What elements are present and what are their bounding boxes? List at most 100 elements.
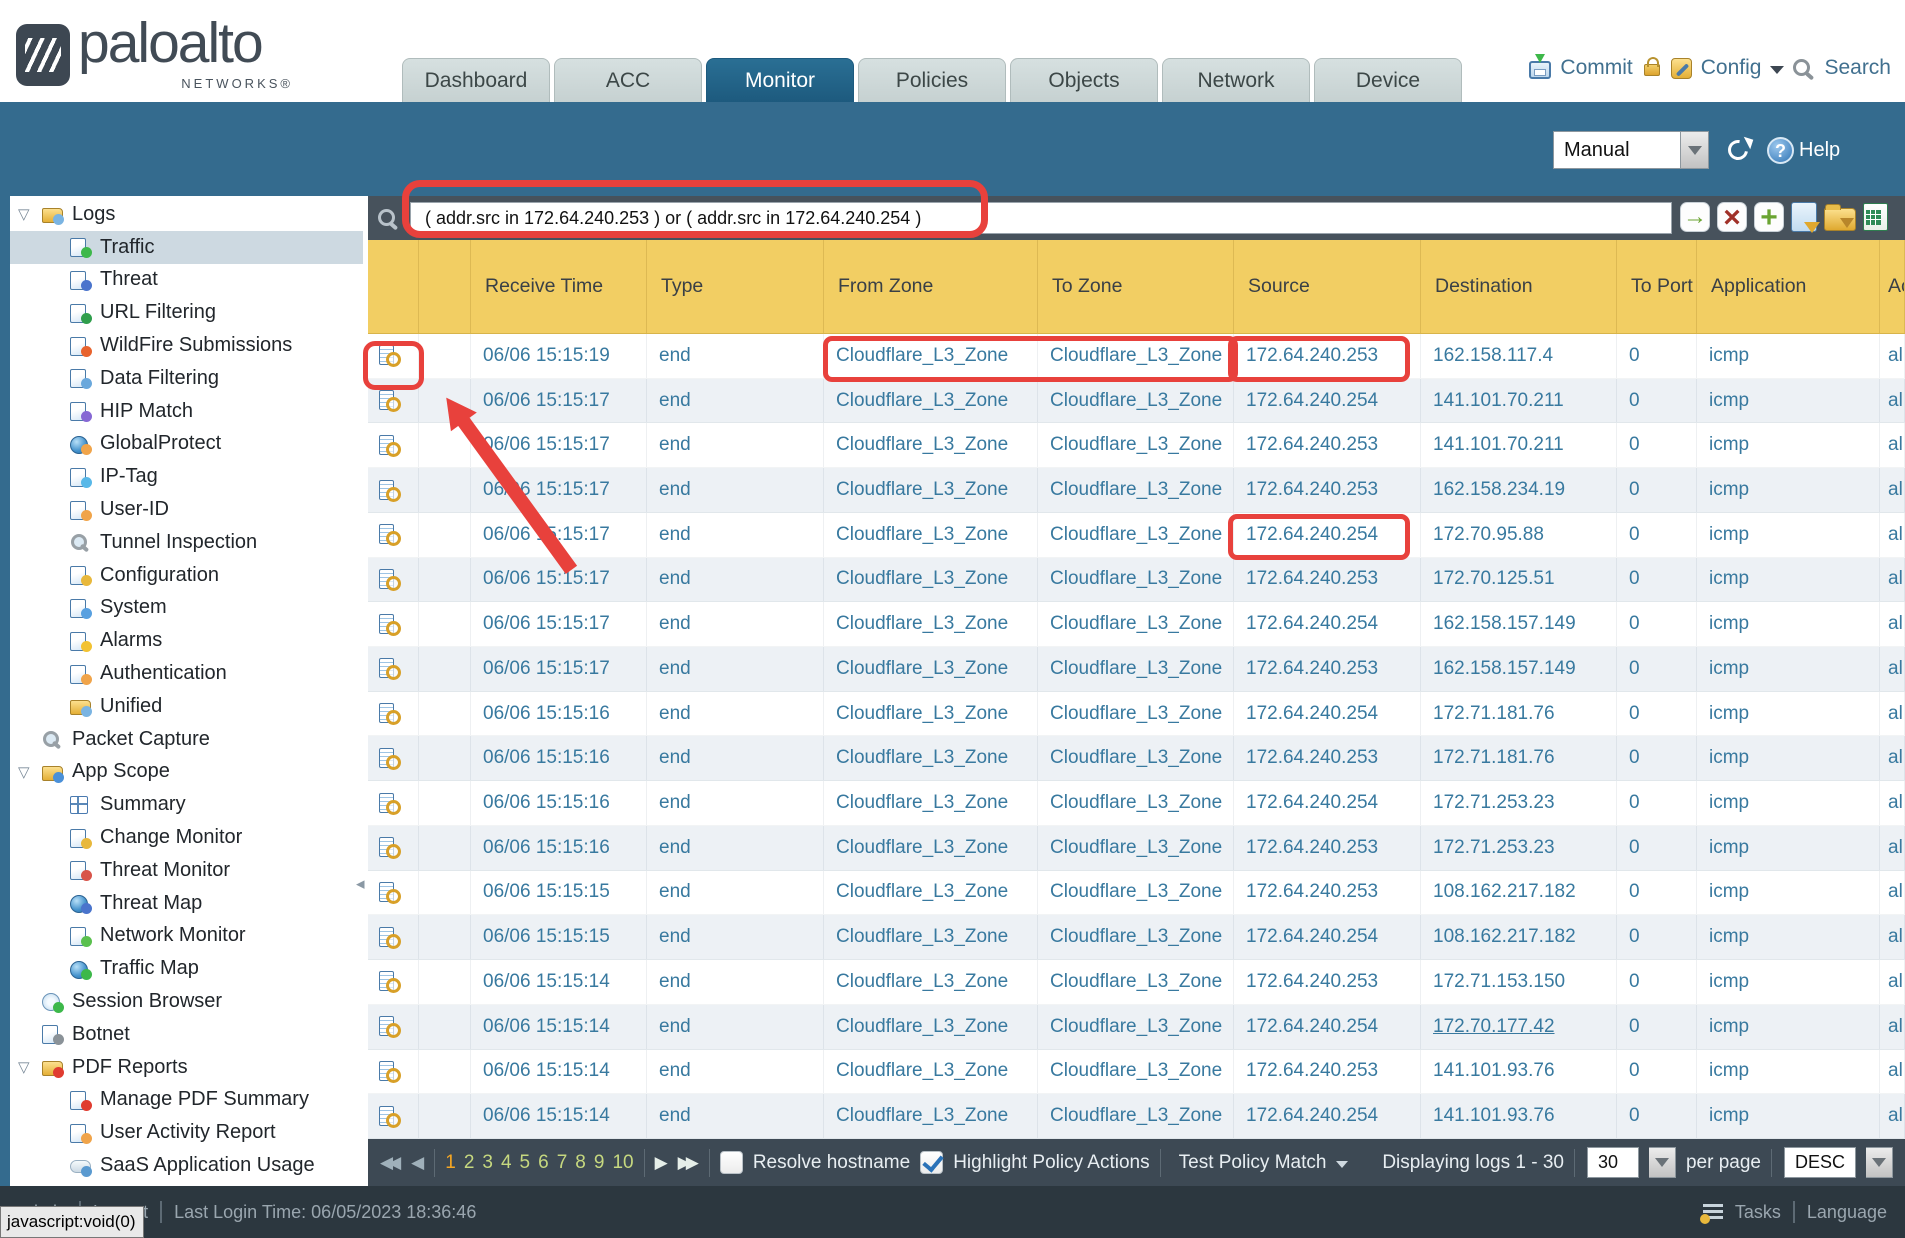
refresh-interval-select[interactable]: Manual <box>1553 131 1681 169</box>
search-button[interactable]: Search <box>1824 56 1891 80</box>
test-policy-chevron-down-icon[interactable] <box>1336 1161 1348 1168</box>
log-detail-icon[interactable] <box>377 1016 402 1037</box>
table-row[interactable]: 06/06 15:15:17endCloudflare_L3_ZoneCloud… <box>368 423 1905 468</box>
sidebar-item-ip-tag[interactable]: IP-Tag <box>10 460 363 493</box>
column-header-action[interactable]: Action <box>1880 240 1905 333</box>
table-row[interactable]: 06/06 15:15:14endCloudflare_L3_ZoneCloud… <box>368 1050 1905 1095</box>
sidebar-item-system[interactable]: System <box>10 592 363 625</box>
table-row[interactable]: 06/06 15:15:14endCloudflare_L3_ZoneCloud… <box>368 1094 1905 1139</box>
log-detail-icon[interactable] <box>377 1106 402 1127</box>
log-detail-icon[interactable] <box>377 971 402 992</box>
page-number-6[interactable]: 6 <box>538 1152 549 1174</box>
page-number-8[interactable]: 8 <box>575 1152 586 1174</box>
tab-monitor[interactable]: Monitor <box>706 58 854 102</box>
sidebar-item-saas-application-usage[interactable]: SaaS Application Usage <box>10 1149 363 1182</box>
log-detail-icon[interactable] <box>377 882 402 903</box>
log-detail-cell[interactable] <box>368 692 419 736</box>
table-row[interactable]: 06/06 15:15:14endCloudflare_L3_ZoneCloud… <box>368 1005 1905 1050</box>
table-row[interactable]: 06/06 15:15:16endCloudflare_L3_ZoneCloud… <box>368 781 1905 826</box>
log-detail-icon[interactable] <box>377 480 402 501</box>
sidebar-item-traffic-map[interactable]: Traffic Map <box>10 952 363 985</box>
table-row[interactable]: 06/06 15:15:19endCloudflare_L3_ZoneCloud… <box>368 334 1905 379</box>
page-number-1[interactable]: 1 <box>445 1152 456 1174</box>
log-detail-icon[interactable] <box>377 1061 402 1082</box>
lock-icon[interactable] <box>1644 64 1660 76</box>
help-icon[interactable] <box>1767 137 1794 164</box>
sidebar-item-network-monitor[interactable]: Network Monitor <box>10 920 363 953</box>
sidebar-item-wildfire-submissions[interactable]: WildFire Submissions <box>10 329 363 362</box>
refresh-interval-dropdown-arrow[interactable] <box>1681 131 1709 169</box>
sidebar-item-traffic[interactable]: Traffic <box>10 231 363 264</box>
filter-query-input[interactable] <box>410 202 1672 234</box>
sidebar-item-data-filtering[interactable]: Data Filtering <box>10 362 363 395</box>
sidebar-item-globalprotect[interactable]: GlobalProtect <box>10 428 363 461</box>
sidebar-item-user-activity-report[interactable]: User Activity Report <box>10 1116 363 1149</box>
test-policy-match-button[interactable]: Test Policy Match <box>1179 1152 1327 1174</box>
log-detail-cell[interactable] <box>368 334 419 378</box>
sidebar-item-threat[interactable]: Threat <box>10 264 363 297</box>
sidebar-item-configuration[interactable]: Configuration <box>10 559 363 592</box>
log-detail-cell[interactable] <box>368 960 419 1004</box>
sort-order-dropdown-arrow[interactable] <box>1866 1147 1893 1178</box>
expander-icon[interactable]: ▽ <box>14 205 42 223</box>
expander-icon[interactable]: ▽ <box>14 763 42 781</box>
tab-acc[interactable]: ACC <box>554 58 702 102</box>
filter-builder-icon[interactable] <box>1791 202 1817 232</box>
sidebar-item-threat-map[interactable]: Threat Map <box>10 887 363 920</box>
language-button[interactable]: Language <box>1807 1202 1887 1223</box>
column-header-application[interactable]: Application <box>1697 240 1880 333</box>
column-header-to-port[interactable]: To Port <box>1617 240 1697 333</box>
log-detail-cell[interactable] <box>368 826 419 870</box>
tab-objects[interactable]: Objects <box>1010 58 1158 102</box>
log-detail-cell[interactable] <box>368 736 419 780</box>
sidebar-item-threat-monitor[interactable]: Threat Monitor <box>10 854 363 887</box>
log-detail-icon[interactable] <box>377 390 402 411</box>
table-row[interactable]: 06/06 15:15:16endCloudflare_L3_ZoneCloud… <box>368 692 1905 737</box>
sort-order-select[interactable]: DESC <box>1784 1147 1856 1178</box>
export-logs-icon[interactable] <box>1863 203 1888 231</box>
log-detail-icon[interactable] <box>377 793 402 814</box>
sidebar-item-manage-pdf-summary[interactable]: Manage PDF Summary <box>10 1084 363 1117</box>
sidebar-item-botnet[interactable]: Botnet <box>10 1018 363 1051</box>
log-detail-cell[interactable] <box>368 558 419 602</box>
log-detail-cell[interactable] <box>368 915 419 959</box>
log-detail-cell[interactable] <box>368 647 419 691</box>
log-detail-icon[interactable] <box>377 837 402 858</box>
log-detail-cell[interactable] <box>368 781 419 825</box>
sidebar-item-packet-capture[interactable]: Packet Capture <box>10 723 363 756</box>
sidebar-collapse-icon[interactable] <box>356 874 365 894</box>
log-detail-cell[interactable] <box>368 602 419 646</box>
page-number-10[interactable]: 10 <box>612 1152 633 1174</box>
log-detail-cell[interactable] <box>368 1050 419 1094</box>
sidebar-item-tunnel-inspection[interactable]: Tunnel Inspection <box>10 526 363 559</box>
apply-filter-icon[interactable] <box>1680 202 1710 232</box>
sidebar-item-session-browser[interactable]: Session Browser <box>10 985 363 1018</box>
log-detail-cell[interactable] <box>368 379 419 423</box>
saved-filters-icon[interactable] <box>1824 208 1856 231</box>
log-detail-cell[interactable] <box>368 1094 419 1138</box>
clear-filter-icon[interactable] <box>1717 202 1747 232</box>
column-header-receive-time[interactable]: Receive Time <box>471 240 647 333</box>
table-row[interactable]: 06/06 15:15:17endCloudflare_L3_ZoneCloud… <box>368 647 1905 692</box>
sidebar-item-app-scope[interactable]: ▽App Scope <box>10 756 363 789</box>
sidebar-item-logs[interactable]: ▽Logs <box>10 198 363 231</box>
per-page-dropdown-arrow[interactable] <box>1649 1147 1676 1178</box>
sidebar-item-alarms[interactable]: Alarms <box>10 624 363 657</box>
sidebar-item-summary[interactable]: Summary <box>10 788 363 821</box>
tab-policies[interactable]: Policies <box>858 58 1006 102</box>
expander-icon[interactable]: ▽ <box>14 1058 42 1076</box>
table-row[interactable]: 06/06 15:15:17endCloudflare_L3_ZoneCloud… <box>368 602 1905 647</box>
log-detail-cell[interactable] <box>368 468 419 512</box>
page-number-5[interactable]: 5 <box>520 1152 531 1174</box>
previous-page-icon[interactable] <box>411 1153 424 1173</box>
per-page-select[interactable]: 30 <box>1587 1147 1639 1178</box>
log-detail-icon[interactable] <box>377 927 402 948</box>
page-number-3[interactable]: 3 <box>482 1152 493 1174</box>
sidebar-item-hip-match[interactable]: HIP Match <box>10 395 363 428</box>
table-row[interactable]: 06/06 15:15:17endCloudflare_L3_ZoneCloud… <box>368 558 1905 603</box>
sidebar-item-unified[interactable]: Unified <box>10 690 363 723</box>
tasks-button[interactable]: Tasks <box>1735 1202 1781 1223</box>
log-detail-cell[interactable] <box>368 513 419 557</box>
add-filter-icon[interactable] <box>1754 202 1784 232</box>
table-row[interactable]: 06/06 15:15:16endCloudflare_L3_ZoneCloud… <box>368 826 1905 871</box>
